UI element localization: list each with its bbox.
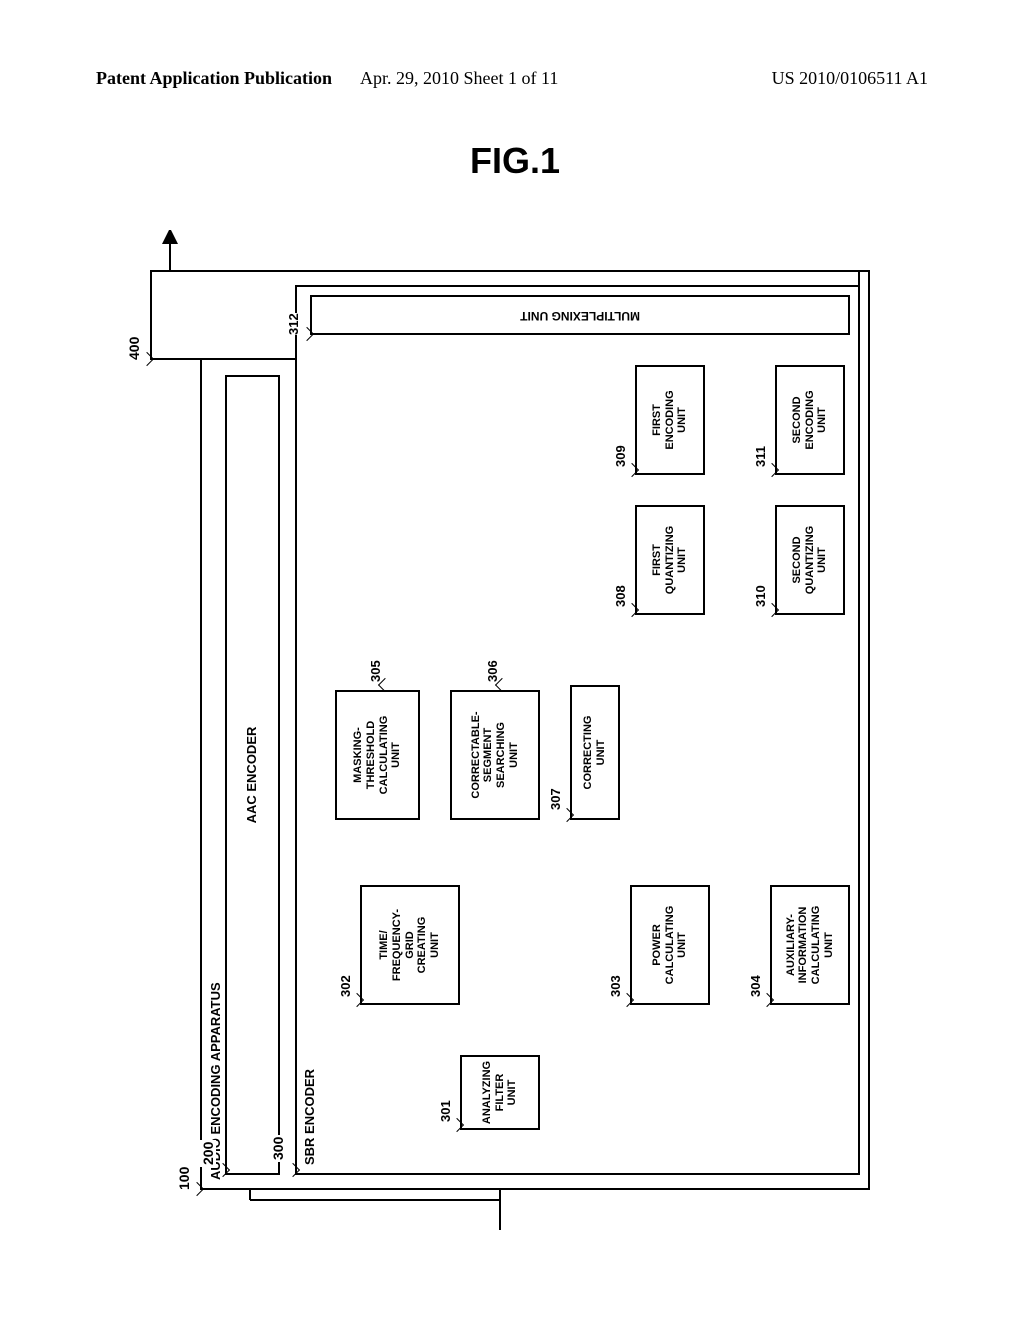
block-305: MASKING- THRESHOLD CALCULATING UNIT [335,690,420,820]
ref-303: 303 [608,975,623,997]
ref-300: 300 [270,1135,286,1162]
label-310: SECOND QUANTIZING UNIT [777,507,843,613]
ref-301: 301 [438,1100,453,1122]
block-302: TIME/ FREQUENCY- GRID CREATING UNIT [360,885,460,1005]
label-309: FIRST ENCODING UNIT [637,367,703,473]
label-307: CORRECTING UNIT [572,687,618,818]
header-mid: Apr. 29, 2010 Sheet 1 of 11 [360,68,558,89]
ref-200: 200 [200,1140,216,1167]
ref-400: 400 [126,337,142,360]
label-302: TIME/ FREQUENCY- GRID CREATING UNIT [362,887,458,1003]
diagram-rotated-wrapper: AUDIO ENCODING APPARATUS 100 BITSTREAM C… [10,230,1010,1230]
ref-309: 309 [613,445,628,467]
block-301: ANALYZING FILTER UNIT [460,1055,540,1130]
block-304: AUXILIARY- INFORMATION CALCULATING UNIT [770,885,850,1005]
label-sbr: SBR ENCODER [302,1069,317,1165]
ref-302: 302 [338,975,353,997]
ref-312: 312 [286,313,301,335]
header-right: US 2010/0106511 A1 [772,68,928,89]
label-306: CORRECTABLE- SEGMENT SEARCHING UNIT [452,692,538,818]
label-304: AUXILIARY- INFORMATION CALCULATING UNIT [772,887,848,1003]
label-308: FIRST QUANTIZING UNIT [637,507,703,613]
header-left: Patent Application Publication [96,68,332,88]
figure-title: FIG.1 [470,140,560,182]
page-header: Patent Application Publication Apr. 29, … [0,68,1024,89]
label-mux: MULTIPLEXING UNIT [312,297,848,333]
ref-100: 100 [176,1167,192,1190]
label-305: MASKING- THRESHOLD CALCULATING UNIT [337,692,418,818]
block-306: CORRECTABLE- SEGMENT SEARCHING UNIT [450,690,540,820]
block-aac: AAC ENCODER [225,375,280,1175]
label-311: SECOND ENCODING UNIT [777,367,843,473]
block-diagram: AUDIO ENCODING APPARATUS 100 BITSTREAM C… [130,230,890,1230]
ref-304: 304 [748,975,763,997]
block-309: FIRST ENCODING UNIT [635,365,705,475]
ref-307: 307 [548,788,563,810]
block-310: SECOND QUANTIZING UNIT [775,505,845,615]
ref-308: 308 [613,585,628,607]
label-aac: AAC ENCODER [227,377,278,1173]
figure-area: FIG.1 [130,140,884,1200]
block-mux: MULTIPLEXING UNIT [310,295,850,335]
label-301: ANALYZING FILTER UNIT [462,1057,538,1128]
ref-306: 306 [485,660,500,682]
ref-311: 311 [753,446,768,467]
ref-310: 310 [753,585,768,607]
block-308: FIRST QUANTIZING UNIT [635,505,705,615]
block-311: SECOND ENCODING UNIT [775,365,845,475]
ref-305: 305 [368,660,383,682]
label-303: POWER CALCULATING UNIT [632,887,708,1003]
block-303: POWER CALCULATING UNIT [630,885,710,1005]
block-307: CORRECTING UNIT [570,685,620,820]
